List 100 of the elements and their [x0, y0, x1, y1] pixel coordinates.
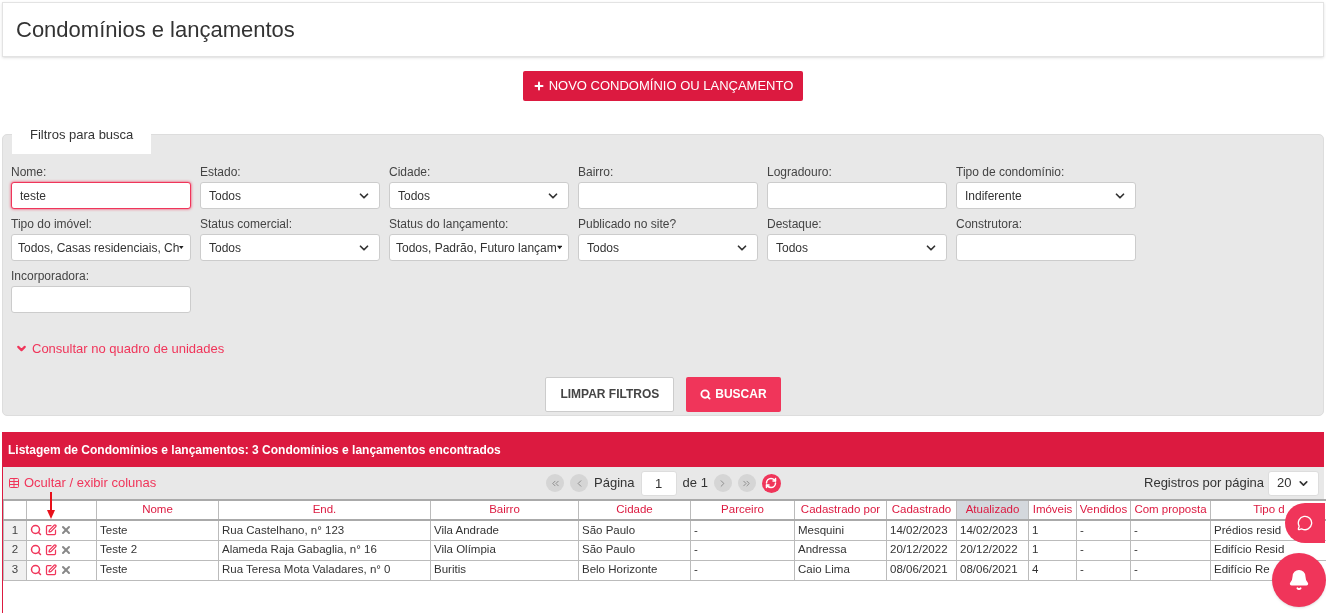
- row-number: 1: [3, 520, 27, 540]
- header-cell: [26, 500, 97, 520]
- per-page-select[interactable]: 20: [1268, 470, 1319, 496]
- view-button[interactable]: [30, 524, 42, 537]
- new-condominium-button[interactable]: NOVO CONDOMÍNIO OU LANÇAMENTO: [522, 71, 804, 101]
- page-field[interactable]: 1: [640, 470, 677, 496]
- column-header[interactable]: Cadastrado por: [794, 500, 887, 520]
- table-cell: Alameda Raja Gabaglia, n° 16: [218, 540, 431, 560]
- view-button[interactable]: [30, 564, 42, 576]
- bell-icon: [1288, 569, 1310, 591]
- field-label: Destaque:: [767, 217, 823, 231]
- text-field[interactable]: [956, 234, 1136, 261]
- delete-button[interactable]: [60, 544, 72, 556]
- edit-button[interactable]: [45, 544, 57, 556]
- edit-icon: [45, 564, 57, 576]
- field-label: Tipo de condomínio:: [956, 165, 1066, 179]
- plus-icon: [532, 80, 545, 92]
- select-field[interactable]: Todos: [200, 234, 380, 261]
- delete-button[interactable]: [60, 524, 72, 537]
- table-cell: Teste: [96, 520, 219, 540]
- table-cell: -: [1076, 520, 1131, 540]
- close-icon: [60, 564, 72, 576]
- text-field[interactable]: [11, 286, 191, 313]
- table-cell: -: [1130, 520, 1211, 540]
- table-cell: 20/12/2022: [956, 540, 1029, 560]
- per-page-label: Registros por página: [1144, 474, 1264, 493]
- chat-button[interactable]: [1285, 503, 1325, 543]
- field-label: Status comercial:: [200, 217, 294, 231]
- column-header[interactable]: Nome: [96, 500, 219, 520]
- table-cell: -: [1130, 540, 1211, 560]
- field-label: Incorporadora:: [11, 269, 91, 283]
- chat-icon: [1297, 515, 1313, 531]
- edit-icon: [45, 524, 57, 537]
- table-cell: Mesquini: [794, 520, 887, 540]
- table-cell: 08/06/2021: [956, 560, 1029, 580]
- close-icon: [60, 524, 72, 537]
- page-title: Condomínios e lançamentos: [16, 16, 295, 44]
- field-label: Tipo do imóvel:: [11, 217, 93, 231]
- table-cell: Teste 2: [96, 540, 219, 560]
- clear-filters-button[interactable]: LIMPAR FILTROS: [545, 376, 675, 412]
- edit-button[interactable]: [45, 564, 57, 576]
- select-field[interactable]: Todos: [389, 182, 569, 209]
- multiselect-field[interactable]: Todos, Padrão, Futuro lançam: [389, 234, 569, 261]
- select-field[interactable]: Todos: [200, 182, 380, 209]
- field-label: Construtora:: [956, 217, 1024, 231]
- column-header[interactable]: Com proposta: [1130, 500, 1211, 520]
- text-field[interactable]: teste: [11, 182, 191, 209]
- edit-button[interactable]: [45, 524, 57, 537]
- column-header[interactable]: Cadastrado: [886, 500, 957, 520]
- view-button[interactable]: [30, 544, 42, 556]
- text-field[interactable]: [767, 182, 947, 209]
- columns-toggle-link[interactable]: Ocultar / exibir colunas: [8, 473, 348, 493]
- field-label: Logradouro:: [767, 165, 833, 179]
- row-number: 3: [3, 560, 27, 580]
- caret-down-icon: [556, 245, 562, 250]
- multiselect-field[interactable]: Todos, Casas residenciais, Ch: [11, 234, 191, 261]
- column-header[interactable]: Imóveis: [1028, 500, 1077, 520]
- table-cell: -: [1076, 540, 1131, 560]
- table-cell: -: [1076, 560, 1131, 580]
- field-label: Publicado no site?: [578, 217, 678, 231]
- first-page-button[interactable]: [546, 474, 565, 492]
- column-header[interactable]: Atualizado: [956, 500, 1029, 520]
- search-icon: [30, 524, 42, 537]
- page-label: Página: [594, 474, 635, 493]
- units-link[interactable]: Consultar no quadro de unidades: [15, 339, 225, 359]
- search-icon: [30, 564, 42, 576]
- last-page-button[interactable]: [737, 474, 756, 492]
- table-cell: 14/02/2023: [956, 520, 1029, 540]
- column-header[interactable]: Cidade: [578, 500, 691, 520]
- select-field[interactable]: Todos: [767, 234, 947, 261]
- table-cell: 1: [1028, 540, 1077, 560]
- field-label: Cidade:: [389, 165, 432, 179]
- table-cell: Rua Castelhano, n° 123: [218, 520, 431, 540]
- column-header[interactable]: Bairro: [430, 500, 579, 520]
- table-cell: Vila Olímpia: [430, 540, 579, 560]
- notifications-button[interactable]: [1272, 553, 1326, 607]
- table-cell: Andressa: [794, 540, 887, 560]
- refresh-button[interactable]: [761, 473, 781, 493]
- delete-button[interactable]: [60, 564, 72, 576]
- search-icon: [700, 388, 712, 400]
- field-label: Nome:: [11, 165, 48, 179]
- refresh-icon: [765, 477, 778, 489]
- table-cell: 1: [1028, 520, 1077, 540]
- table-cell: -: [690, 560, 795, 580]
- listing-title: Listagem de Condomínios e lançamentos: 3 Condomínios e lançamentos encontrados: [8, 441, 501, 459]
- table-cell: Vila Andrade: [430, 520, 579, 540]
- column-header[interactable]: Vendidos: [1076, 500, 1131, 520]
- select-field[interactable]: Indiferente: [956, 182, 1136, 209]
- table-cell: São Paulo: [578, 540, 691, 560]
- field-label: Estado:: [200, 165, 242, 179]
- column-header[interactable]: End.: [218, 500, 431, 520]
- text-field[interactable]: [578, 182, 758, 209]
- table-cell: 08/06/2021: [886, 560, 957, 580]
- select-field[interactable]: Todos: [578, 234, 758, 261]
- table-cell: -: [690, 520, 795, 540]
- column-header[interactable]: Parceiro: [690, 500, 795, 520]
- close-icon: [60, 544, 72, 556]
- table-cell: São Paulo: [578, 520, 691, 540]
- search-button[interactable]: BUSCAR: [686, 376, 781, 412]
- search-icon: [30, 544, 42, 556]
